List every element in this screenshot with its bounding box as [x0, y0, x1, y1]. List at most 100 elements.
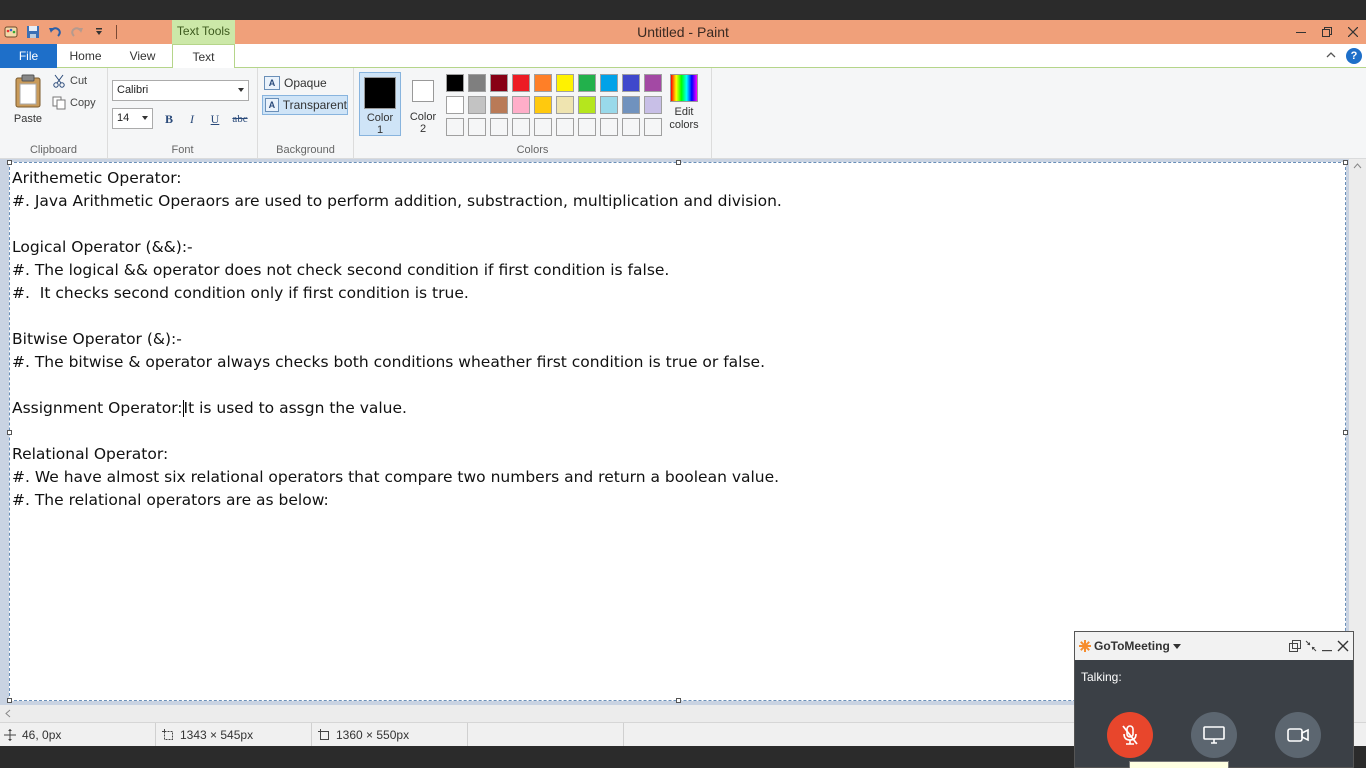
edit-colors-button[interactable]: Edit colors — [666, 74, 702, 132]
resize-handle[interactable] — [1343, 160, 1348, 165]
palette-swatch[interactable] — [466, 72, 488, 94]
palette-swatch[interactable] — [598, 94, 620, 116]
close-panel-icon[interactable] — [1335, 638, 1351, 654]
window-controls — [1288, 20, 1366, 44]
palette-swatch[interactable] — [598, 116, 620, 138]
tab-view[interactable]: View — [114, 44, 171, 68]
scroll-up-icon[interactable] — [1353, 163, 1362, 169]
font-group: Calibri 14 B I U abc Font — [108, 68, 258, 159]
collapse-ribbon-icon[interactable] — [1324, 48, 1338, 62]
text-line: Bitwise Operator (&):- — [12, 330, 182, 348]
collapse-panel-icon[interactable] — [1303, 638, 1319, 654]
palette-swatch[interactable] — [554, 116, 576, 138]
palette-swatch[interactable] — [576, 116, 598, 138]
paste-button[interactable]: Paste — [8, 74, 48, 125]
restore-button[interactable] — [1314, 20, 1340, 44]
palette-swatch[interactable] — [576, 94, 598, 116]
text-box-content[interactable]: Arithemetic Operator: #. Java Arithmetic… — [12, 167, 782, 512]
selection-size-value: 1343 × 545px — [180, 728, 254, 742]
transparent-button[interactable]: A Transparent — [262, 95, 348, 115]
strikethrough-button[interactable]: abc — [228, 110, 252, 128]
palette-swatch[interactable] — [444, 116, 466, 138]
quick-access-toolbar — [2, 23, 121, 41]
webcam-button[interactable] — [1275, 712, 1321, 758]
swatch-color — [512, 118, 530, 136]
resize-handle[interactable] — [1343, 430, 1348, 435]
tab-file[interactable]: File — [0, 44, 57, 68]
minimize-button[interactable] — [1288, 20, 1314, 44]
palette-swatch[interactable] — [620, 116, 642, 138]
palette-swatch[interactable] — [466, 94, 488, 116]
swatch-color — [600, 118, 618, 136]
palette-swatch[interactable] — [532, 72, 554, 94]
background-group-label: Background — [276, 144, 335, 156]
popout-icon[interactable] — [1287, 638, 1303, 654]
swatch-color — [490, 96, 508, 114]
cursor-position: 46, 0px — [0, 723, 156, 747]
copy-button[interactable]: Copy — [52, 96, 96, 110]
redo-icon[interactable] — [68, 23, 86, 41]
palette-swatch[interactable] — [488, 116, 510, 138]
opaque-label: Opaque — [284, 76, 327, 90]
undo-icon[interactable] — [46, 23, 64, 41]
palette-swatch[interactable] — [510, 72, 532, 94]
text-line: #. Java Arithmetic Operaors are used to … — [12, 192, 782, 210]
palette-swatch[interactable] — [510, 94, 532, 116]
palette-swatch[interactable] — [532, 94, 554, 116]
text-line: Arithemetic Operator: — [12, 169, 182, 187]
color-2-button[interactable]: Color 2 — [402, 72, 444, 136]
palette-swatch[interactable] — [554, 72, 576, 94]
opaque-icon: A — [264, 76, 280, 90]
palette-swatch[interactable] — [444, 94, 466, 116]
mute-microphone-button[interactable] — [1107, 712, 1153, 758]
underline-button[interactable]: U — [206, 110, 224, 128]
share-screen-button[interactable] — [1191, 712, 1237, 758]
colors-group-label: Colors — [516, 144, 549, 156]
save-icon[interactable] — [24, 23, 42, 41]
palette-swatch[interactable] — [620, 72, 642, 94]
minimize-panel-icon[interactable] — [1319, 638, 1335, 654]
customize-qat-icon[interactable] — [90, 23, 108, 41]
assignment-desc: It is used to assgn the value. — [183, 399, 407, 417]
resize-handle[interactable] — [7, 698, 12, 703]
close-button[interactable] — [1340, 20, 1366, 44]
copy-label: Copy — [70, 97, 96, 109]
resize-handle[interactable] — [7, 160, 12, 165]
italic-button[interactable]: I — [183, 110, 201, 128]
chevron-down-icon — [1172, 643, 1181, 649]
tab-text[interactable]: Text — [172, 44, 235, 69]
color-1-button[interactable]: Color 1 — [359, 72, 401, 136]
font-family-dropdown[interactable]: Calibri — [112, 80, 249, 101]
palette-swatch[interactable] — [532, 116, 554, 138]
palette-swatch[interactable] — [598, 72, 620, 94]
paint-app-icon[interactable] — [2, 23, 20, 41]
font-size-dropdown[interactable]: 14 — [112, 108, 153, 129]
color-2-swatch — [412, 80, 434, 102]
palette-swatch[interactable] — [642, 116, 664, 138]
palette-swatch[interactable] — [554, 94, 576, 116]
palette-swatch[interactable] — [642, 94, 664, 116]
palette-swatch[interactable] — [620, 94, 642, 116]
gotomeeting-menu[interactable]: GoToMeeting — [1079, 639, 1181, 653]
bold-button[interactable]: B — [160, 110, 178, 128]
palette-swatch[interactable] — [444, 72, 466, 94]
palette-swatch[interactable] — [642, 72, 664, 94]
palette-swatch[interactable] — [576, 72, 598, 94]
resize-handle[interactable] — [676, 698, 681, 703]
help-icon[interactable]: ? — [1346, 48, 1362, 64]
cut-button[interactable]: Cut — [52, 74, 87, 88]
swatch-color — [578, 118, 596, 136]
monitor-icon — [1203, 726, 1225, 744]
palette-swatch[interactable] — [466, 116, 488, 138]
text-line — [12, 305, 782, 328]
colors-group: Color 1 Color 2 Edit colors Colors — [354, 68, 712, 159]
clipboard-group-label: Clipboard — [29, 144, 78, 156]
palette-swatch[interactable] — [488, 94, 510, 116]
scroll-left-icon[interactable] — [5, 709, 11, 718]
opaque-button[interactable]: A Opaque — [262, 73, 348, 93]
palette-swatch[interactable] — [488, 72, 510, 94]
edit-colors-label-2: colors — [669, 119, 699, 131]
resize-handle[interactable] — [676, 160, 681, 165]
tab-home[interactable]: Home — [57, 44, 114, 68]
palette-swatch[interactable] — [510, 116, 532, 138]
